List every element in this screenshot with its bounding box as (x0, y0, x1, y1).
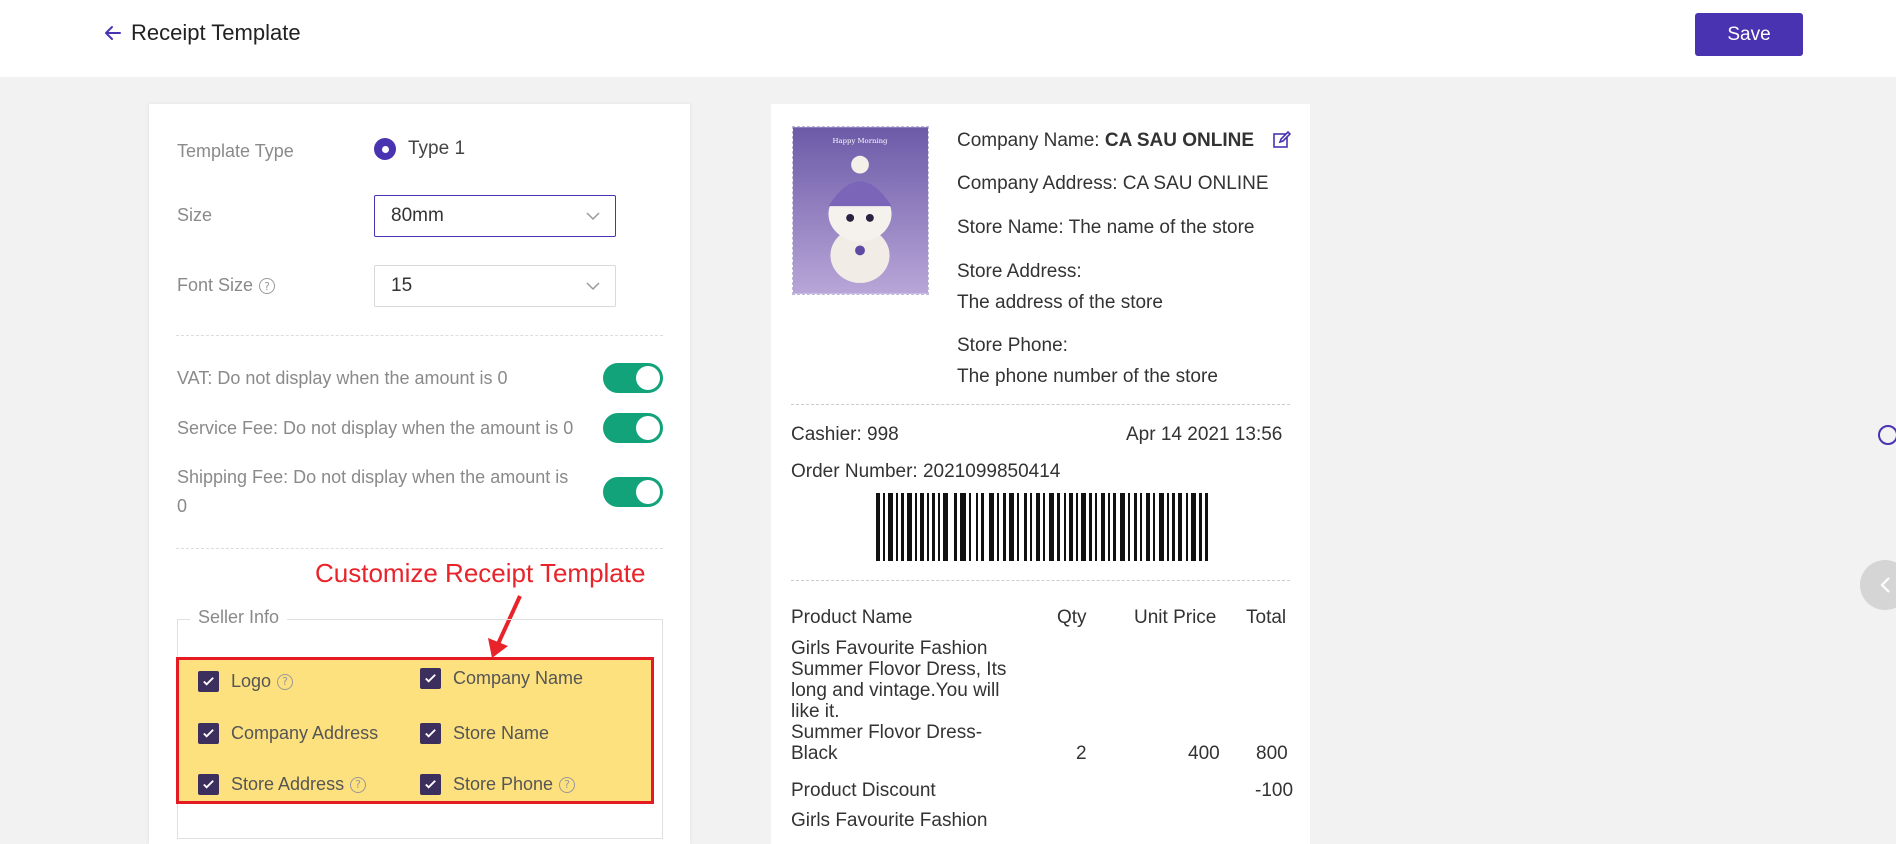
chevron-left-icon (1880, 577, 1890, 593)
divider (176, 548, 663, 549)
help-icon[interactable]: ? (559, 776, 576, 793)
shipping-fee-toggle-label-line1: Shipping Fee: Do not display when the am… (177, 467, 569, 487)
size-select[interactable]: 80mm (374, 195, 616, 237)
checkbox-checked-icon (198, 723, 219, 744)
template-type-label: Template Type (177, 141, 294, 161)
checkbox-checked-icon (198, 671, 219, 692)
receipt-divider (791, 580, 1290, 581)
cashier: Cashier: 998 (791, 424, 899, 445)
checkbox-label: Logo (231, 671, 272, 691)
checkbox-checked-icon (420, 774, 441, 795)
logo-caption: Happy Morning (833, 137, 888, 145)
store-phone-label: Store Phone: (957, 335, 1068, 356)
circle-icon[interactable] (1878, 425, 1896, 445)
edit-icon[interactable] (1272, 130, 1292, 150)
checkbox-label: Store Name (453, 723, 550, 743)
item-name-line: Black (791, 743, 838, 764)
template-type-radio[interactable]: Type 1 (374, 138, 465, 160)
save-button[interactable]: Save (1695, 13, 1803, 56)
font-size-select-value: 15 (391, 275, 413, 296)
discount-label: Product Discount (791, 780, 936, 801)
checkbox-checked-icon (198, 774, 219, 795)
page-title: Receipt Template (131, 20, 301, 45)
receipt-divider (791, 404, 1290, 405)
font-size-select[interactable]: 15 (374, 265, 616, 307)
item-name: Girls Favourite Fashion Summer Flovor Dr… (791, 638, 1031, 764)
shipping-fee-toggle[interactable] (603, 477, 663, 507)
company-name-value: CA SAU ONLINE (1104, 130, 1255, 151)
item-name-line: Girls Favourite Fashion (791, 638, 988, 659)
order-datetime: Apr 14 2021 13:56 (1126, 424, 1283, 445)
collapse-tab[interactable] (1860, 560, 1896, 610)
item-name-line: like it. (791, 701, 840, 722)
chevron-down-icon (586, 282, 600, 291)
seller-info-legend: Seller Info (190, 607, 288, 628)
col-product-name: Product Name (791, 607, 913, 628)
divider (176, 335, 663, 336)
top-bar: Receipt Template Save (0, 0, 1896, 77)
help-icon[interactable]: ? (277, 673, 294, 690)
checkbox-label: Store Phone (453, 774, 554, 794)
checkbox-label: Company Address (231, 723, 379, 743)
next-item-name: Girls Favourite Fashion (791, 810, 988, 831)
service-fee-toggle[interactable] (603, 413, 663, 443)
checkbox-company-name[interactable]: Company Name (420, 668, 583, 689)
help-icon[interactable]: ? (259, 278, 276, 295)
company-address: Company Address: CA SAU ONLINE (957, 173, 1269, 194)
checkbox-store-phone[interactable]: Store Phone ? (420, 774, 576, 795)
radio-selected-icon (374, 138, 396, 160)
item-name-line: Summer Flovor Dress, Its (791, 659, 1007, 680)
checkbox-store-name[interactable]: Store Name (420, 723, 549, 744)
checkbox-label: Company Name (453, 668, 584, 688)
col-qty: Qty (1057, 607, 1087, 628)
order-number: Order Number: 2021099850414 (791, 461, 1061, 482)
discount-value: -100 (1255, 780, 1294, 801)
checkbox-logo[interactable]: Logo ? (198, 671, 294, 692)
checkbox-store-address[interactable]: Store Address ? (198, 774, 367, 795)
store-name: Store Name: The name of the store (957, 217, 1255, 238)
annotation-text: Customize Receipt Template (315, 558, 646, 588)
size-label: Size (177, 205, 213, 225)
store-address-label: Store Address: (957, 261, 1082, 282)
col-total: Total (1246, 607, 1287, 628)
font-size-label: Font Size? (177, 275, 276, 296)
arrow-left-icon (105, 26, 121, 40)
item-name-line: long and vintage.You will (791, 680, 1000, 701)
radio-label: Type 1 (408, 138, 466, 159)
shipping-fee-toggle-label-line2: 0 (177, 496, 188, 516)
col-unit-price: Unit Price (1134, 607, 1217, 628)
checkbox-company-address[interactable]: Company Address (198, 723, 378, 744)
item-name-line: Summer Flovor Dress- (791, 722, 983, 743)
company-logo: Happy Morning (792, 126, 929, 295)
font-size-label-text: Font Size (177, 275, 254, 295)
checkbox-checked-icon (420, 723, 441, 744)
store-address-value: The address of the store (957, 292, 1163, 313)
service-fee-toggle-label: Service Fee: Do not display when the amo… (177, 418, 574, 438)
size-select-value: 80mm (391, 205, 444, 226)
item-qty: 2 (1076, 743, 1087, 764)
chevron-down-icon (586, 212, 600, 221)
barcode (876, 493, 1208, 561)
store-phone-value: The phone number of the store (957, 366, 1218, 387)
company-name-line: Company Name: CA SAU ONLINE (957, 130, 1254, 152)
vat-toggle-label: VAT: Do not display when the amount is 0 (177, 368, 508, 388)
help-icon[interactable]: ? (350, 776, 367, 793)
back-button[interactable]: Receipt Template (101, 20, 301, 46)
item-total: 800 (1256, 743, 1288, 764)
item-unit-price: 400 (1188, 743, 1220, 764)
vat-toggle[interactable] (603, 363, 663, 393)
company-name-label: Company Name: (957, 130, 1105, 151)
checkbox-label: Store Address (231, 774, 345, 794)
checkbox-checked-icon (420, 668, 441, 689)
